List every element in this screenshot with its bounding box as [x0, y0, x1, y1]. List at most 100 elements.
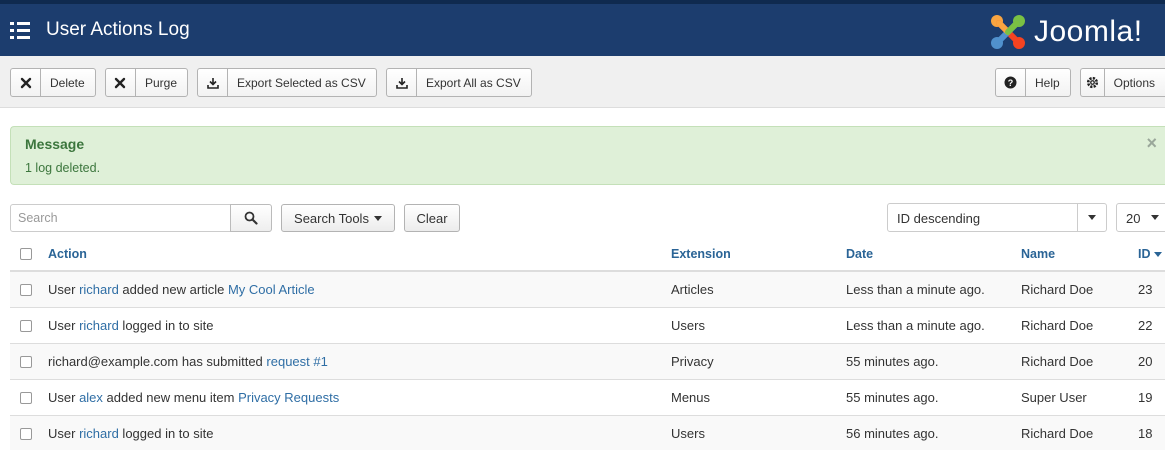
export-all-csv-label: Export All as CSV — [426, 75, 521, 90]
date-cell: Less than a minute ago. — [846, 318, 985, 333]
export-selected-csv-label: Export Selected as CSV — [237, 75, 366, 90]
search-button[interactable] — [230, 204, 272, 232]
action-cell: richard@example.com has submitted reques… — [48, 344, 328, 379]
clear-button[interactable]: Clear — [404, 204, 460, 232]
id-cell: 18 — [1138, 426, 1153, 441]
row-checkbox[interactable] — [20, 344, 32, 379]
toolbar: Delete Purge Export Selected as CSV Expo… — [0, 56, 1165, 108]
id-cell: 19 — [1138, 390, 1153, 405]
action-cell: User richard logged in to site — [48, 308, 214, 343]
close-x-icon — [106, 69, 136, 96]
search-tools-button[interactable]: Search Tools — [281, 204, 395, 232]
user-link[interactable]: alex — [79, 390, 103, 405]
options-button[interactable]: Options — [1080, 68, 1165, 97]
date-cell: Less than a minute ago. — [846, 282, 985, 297]
action-text-pre: User — [48, 318, 80, 333]
item-link[interactable]: My Cool Article — [228, 282, 315, 297]
joomla-logo-icon — [991, 15, 1025, 49]
download-icon — [198, 69, 228, 96]
clear-button-label: Clear — [416, 210, 448, 226]
svg-text:?: ? — [1008, 78, 1014, 88]
select-all-checkbox[interactable] — [20, 238, 32, 270]
delete-button[interactable]: Delete — [10, 68, 96, 97]
action-text-pre: User — [48, 282, 80, 297]
action-text-mid: logged in to site — [118, 426, 214, 441]
close-x-icon — [11, 69, 41, 96]
row-checkbox[interactable] — [20, 308, 32, 343]
chevron-down-icon — [1145, 204, 1165, 231]
row-checkbox[interactable] — [20, 380, 32, 415]
name-cell: Richard Doe — [1021, 426, 1094, 441]
table-row: User richard logged in to site Users Les… — [10, 307, 1165, 343]
action-text-pre: User — [48, 390, 80, 405]
name-cell: Richard Doe — [1021, 318, 1094, 333]
export-selected-csv-button[interactable]: Export Selected as CSV — [197, 68, 377, 97]
action-text-mid: logged in to site — [118, 318, 214, 333]
column-header-id[interactable]: ID — [1138, 238, 1162, 270]
success-message: Message 1 log deleted. × — [10, 126, 1165, 185]
extension-cell: Menus — [671, 390, 711, 405]
table-header-row: Action Extension Date Name ID — [10, 238, 1165, 271]
user-link[interactable]: richard — [79, 318, 119, 333]
extension-cell: Users — [671, 426, 705, 441]
extension-cell: Users — [671, 318, 705, 333]
options-button-label: Options — [1113, 75, 1155, 90]
action-text-mid: added new article — [118, 282, 228, 297]
action-cell: User alex added new menu item Privacy Re… — [48, 380, 339, 415]
date-cell: 55 minutes ago. — [846, 354, 939, 369]
table-row: User richard added new article My Cool A… — [10, 271, 1165, 307]
table-row: User alex added new menu item Privacy Re… — [10, 379, 1165, 415]
help-button-label: Help — [1035, 75, 1060, 90]
export-all-csv-button[interactable]: Export All as CSV — [386, 68, 532, 97]
item-link[interactable]: Privacy Requests — [238, 390, 339, 405]
joomla-logo[interactable]: Joomla! — [988, 10, 1143, 54]
sort-desc-icon — [1153, 251, 1162, 257]
name-cell: Richard Doe — [1021, 354, 1094, 369]
ordering-select-value: ID descending — [897, 211, 981, 226]
menu-list-icon[interactable] — [10, 21, 32, 41]
column-header-action[interactable]: Action — [48, 238, 87, 270]
action-text-pre: richard@example.com has submitted — [48, 354, 267, 369]
row-checkbox[interactable] — [20, 272, 32, 307]
column-header-date[interactable]: Date — [846, 238, 873, 270]
caret-down-icon — [373, 215, 382, 221]
search-tools-label: Search Tools — [294, 210, 369, 226]
download-icon — [387, 69, 417, 96]
date-cell: 56 minutes ago. — [846, 426, 939, 441]
limit-select-value: 20 — [1126, 211, 1141, 226]
name-cell: Richard Doe — [1021, 282, 1094, 297]
column-header-id-label: ID — [1138, 247, 1151, 261]
purge-button-label: Purge — [144, 75, 177, 90]
limit-select[interactable]: 20 — [1116, 203, 1165, 232]
search-input[interactable] — [10, 204, 231, 232]
page-title: User Actions Log — [46, 19, 190, 40]
column-header-name[interactable]: Name — [1021, 238, 1055, 270]
ordering-select[interactable]: ID descending — [887, 203, 1107, 232]
extension-cell: Privacy — [671, 354, 714, 369]
row-checkbox[interactable] — [20, 416, 32, 450]
actions-log-table: Action Extension Date Name ID User richa… — [10, 238, 1165, 450]
id-cell: 20 — [1138, 354, 1153, 369]
column-header-extension[interactable]: Extension — [671, 238, 731, 270]
table-row: richard@example.com has submitted reques… — [10, 343, 1165, 379]
user-link[interactable]: richard — [79, 426, 119, 441]
close-icon[interactable]: × — [1146, 133, 1157, 154]
question-icon: ? — [996, 69, 1026, 96]
date-cell: 55 minutes ago. — [846, 390, 939, 405]
delete-button-label: Delete — [50, 75, 85, 90]
purge-button[interactable]: Purge — [105, 68, 188, 97]
user-link[interactable]: richard — [79, 282, 119, 297]
header-bar: User Actions Log Joomla! — [0, 0, 1165, 56]
action-cell: User richard added new article My Cool A… — [48, 272, 315, 307]
name-cell: Super User — [1021, 390, 1087, 405]
help-button[interactable]: ? Help — [995, 68, 1071, 97]
extension-cell: Articles — [671, 282, 714, 297]
action-text-pre: User — [48, 426, 80, 441]
action-text-mid: added new menu item — [102, 390, 239, 405]
table-row: User richard logged in to site Users 56 … — [10, 415, 1165, 450]
gear-icon — [1081, 69, 1105, 96]
message-text: 1 log deleted. — [25, 161, 101, 175]
id-cell: 23 — [1138, 282, 1153, 297]
item-link[interactable]: request #1 — [266, 354, 327, 369]
message-title: Message — [25, 136, 85, 152]
